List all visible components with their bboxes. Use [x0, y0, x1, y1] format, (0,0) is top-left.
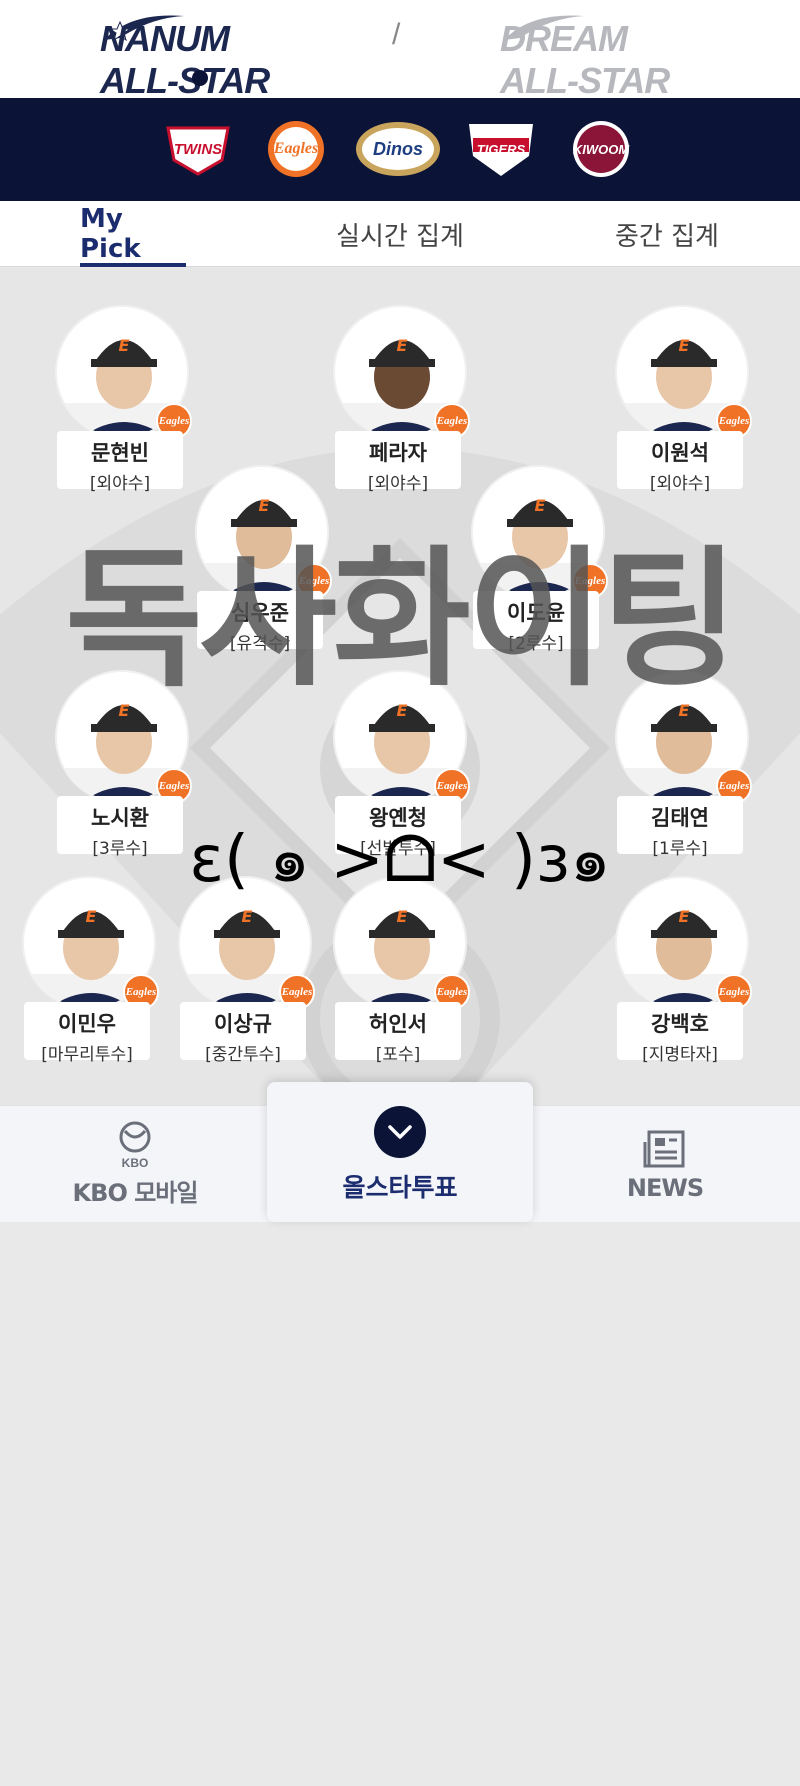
player-label: 페라자 [외야수] — [335, 431, 461, 494]
svg-text:E: E — [397, 701, 408, 720]
player-name: 노시환 — [91, 806, 149, 830]
player-position: [포수] — [375, 1045, 421, 1065]
svg-text:KBO: KBO — [122, 1156, 149, 1169]
kbo-mobile-button[interactable]: KBO KBO 모바일 — [60, 1106, 210, 1223]
kbo-logo-icon: KBO — [119, 1121, 151, 1169]
player-position: [선발투수] — [360, 839, 436, 859]
team-logo-bar: TWINS Eagles Dinos TIGERS KIWOOM — [0, 98, 800, 201]
player-position: [외야수] — [649, 474, 711, 494]
player-position: [2루수] — [508, 634, 564, 654]
player-position: [마무리투수] — [41, 1045, 133, 1065]
player-label: 노시환 [3루수] — [57, 796, 183, 859]
tigers-label: TIGERS — [476, 141, 526, 157]
player-name: 페라자 — [369, 441, 427, 465]
player-name: 이원석 — [651, 441, 709, 465]
player-name: 이민우 — [58, 1012, 116, 1036]
player-label: 문현빈 [외야수] — [57, 431, 183, 494]
player-card[interactable]: E Eagles 노시환 [3루수] — [52, 670, 192, 860]
tab-interim-tally[interactable]: 중간 집계 — [600, 201, 734, 267]
player-label: 이상규 [중간투수] — [180, 1002, 306, 1065]
player-card[interactable]: E Eagles 이상규 [중간투수] — [175, 876, 315, 1066]
player-name: 김태연 — [651, 806, 709, 830]
player-position: [유격수] — [229, 634, 291, 654]
svg-text:E: E — [242, 907, 253, 926]
kbo-mobile-label: KBO 모바일 — [72, 1179, 199, 1207]
active-league-dot — [192, 70, 208, 86]
team-logo-dinos[interactable]: Dinos — [355, 120, 441, 178]
svg-text:E: E — [679, 336, 690, 355]
svg-text:E: E — [86, 907, 97, 926]
svg-text:E: E — [119, 701, 130, 720]
player-name: 강백호 — [651, 1012, 709, 1036]
player-label: 김태연 [1루수] — [617, 796, 743, 859]
team-logo-kiwoom[interactable]: KIWOOM — [565, 120, 637, 178]
player-label: 이원석 [외야수] — [617, 431, 743, 494]
player-card[interactable]: E Eagles 강백호 [지명타자] — [612, 876, 752, 1066]
svg-text:E: E — [259, 496, 270, 515]
svg-text:E: E — [119, 336, 130, 355]
player-card[interactable]: E Eagles 페라자 [외야수] — [330, 305, 470, 495]
tab-my-pick[interactable]: My Pick — [80, 201, 186, 267]
player-card[interactable]: E Eagles 김태연 [1루수] — [612, 670, 752, 860]
player-card[interactable]: E Eagles 심우준 [유격수] — [192, 465, 332, 655]
league-divider: / — [392, 18, 401, 51]
league-header: NANUM ALL-STAR / DREAM ALL-STAR — [0, 0, 800, 101]
player-position: [외야수] — [89, 474, 151, 494]
chevron-down-icon — [374, 1106, 426, 1158]
team-logo-eagles[interactable]: Eagles — [260, 120, 332, 178]
player-name: 허인서 — [369, 1012, 427, 1036]
player-position: [외야수] — [367, 474, 429, 494]
svg-text:E: E — [397, 907, 408, 926]
player-name: 이도윤 — [507, 601, 565, 625]
player-card[interactable]: E Eagles 문현빈 [외야수] — [52, 305, 192, 495]
team-logo-twins[interactable]: TWINS — [162, 120, 234, 178]
player-label: 심우준 [유격수] — [197, 591, 323, 654]
player-card[interactable]: E Eagles 왕옌청 [선발투수] — [330, 670, 470, 860]
svg-text:E: E — [397, 336, 408, 355]
team-logo-tigers[interactable]: TIGERS — [465, 120, 537, 178]
player-card[interactable]: E Eagles 이원석 [외야수] — [612, 305, 752, 495]
nanum-allstar-logo[interactable]: NANUM ALL-STAR — [100, 8, 310, 101]
player-position: [3루수] — [92, 839, 148, 859]
player-name: 문현빈 — [91, 441, 149, 465]
eagles-label: Eagles — [273, 140, 319, 157]
news-button[interactable]: NEWS — [590, 1106, 740, 1223]
player-position: [지명타자] — [642, 1045, 718, 1065]
newspaper-icon — [643, 1130, 685, 1167]
player-label: 왕옌청 [선발투수] — [335, 796, 461, 859]
player-name: 왕옌청 — [369, 806, 427, 830]
player-position: [1루수] — [652, 839, 708, 859]
tab-realtime-tally[interactable]: 실시간 집계 — [330, 201, 470, 267]
vote-label: 올스타투표 — [342, 1173, 458, 1202]
player-name: 이상규 — [214, 1012, 272, 1036]
tab-bar: My Pick 실시간 집계 중간 집계 — [0, 201, 800, 267]
svg-text:E: E — [535, 496, 546, 515]
dream-allstar-logo[interactable]: DREAM ALL-STAR — [500, 8, 710, 101]
svg-text:E: E — [679, 701, 690, 720]
player-label: 허인서 [포수] — [335, 1002, 461, 1065]
player-label: 이민우 [마무리투수] — [24, 1002, 150, 1065]
player-name: 심우준 — [231, 601, 289, 625]
player-label: 강백호 [지명타자] — [617, 1002, 743, 1065]
player-card[interactable]: E Eagles 허인서 [포수] — [330, 876, 470, 1066]
news-label: NEWS — [626, 1173, 704, 1202]
player-position: [중간투수] — [205, 1045, 281, 1065]
svg-text:E: E — [679, 907, 690, 926]
dinos-label: Dinos — [372, 138, 423, 159]
kiwoom-label: KIWOOM — [572, 141, 630, 157]
player-card[interactable]: E Eagles 이민우 [마무리투수] — [19, 876, 159, 1066]
nanum-allstar-label: NANUM ALL-STAR — [100, 18, 270, 101]
dream-allstar-label: DREAM ALL-STAR — [500, 18, 670, 101]
player-label: 이도윤 [2루수] — [473, 591, 599, 654]
twins-label: TWINS — [173, 140, 223, 158]
player-card[interactable]: E Eagles 이도윤 [2루수] — [468, 465, 608, 655]
allstar-vote-button[interactable]: 올스타투표 — [267, 1082, 533, 1222]
